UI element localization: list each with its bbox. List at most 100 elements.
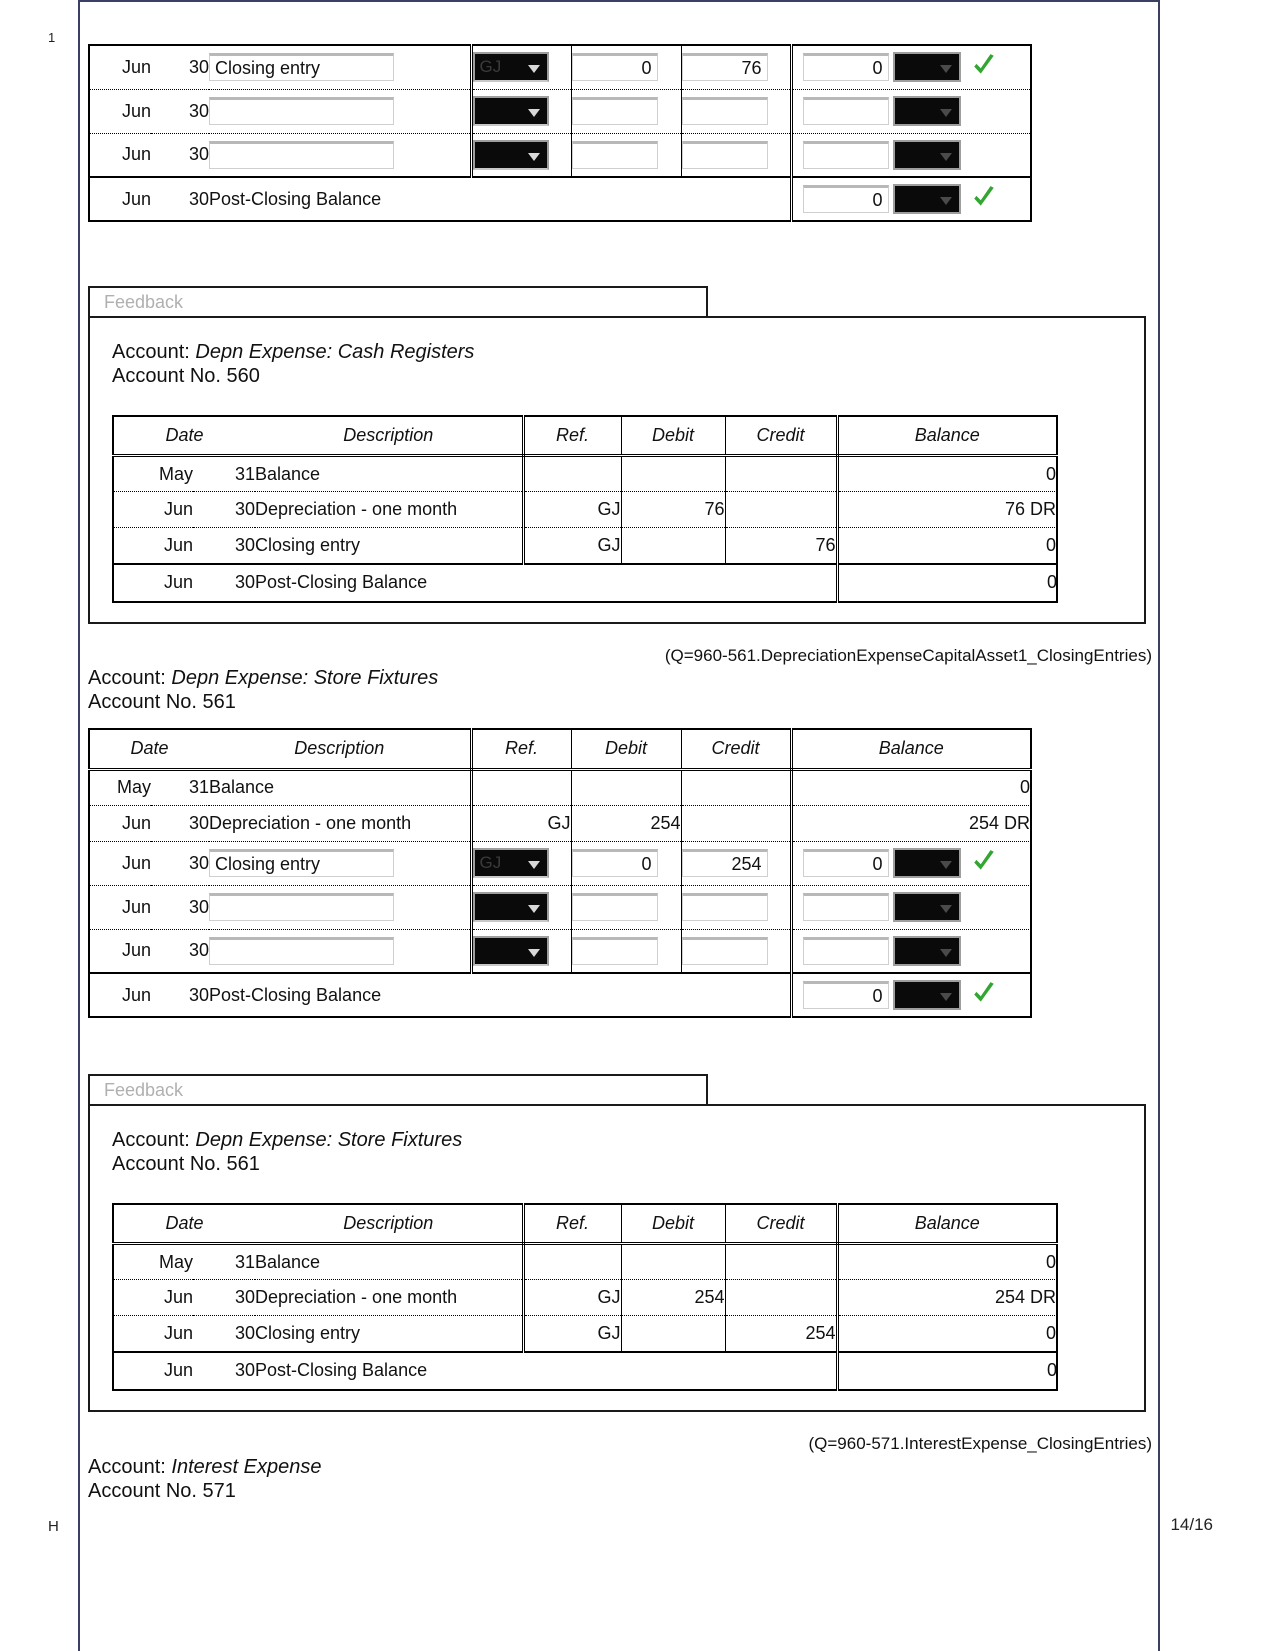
cell-credit xyxy=(681,885,793,930)
credit-input[interactable] xyxy=(681,97,768,125)
feedback-account-name-561: Account: Depn Expense: Store Fixtures xyxy=(112,1128,1144,1152)
correct-check-icon xyxy=(971,52,997,83)
cell-day: 30 xyxy=(151,841,209,886)
cell-credit xyxy=(681,929,793,973)
cell-credit: 254 xyxy=(725,1315,839,1352)
debit-input[interactable] xyxy=(571,140,658,169)
cell-day: 30 xyxy=(193,1279,255,1317)
balance-input[interactable] xyxy=(802,849,889,877)
cell-description xyxy=(209,89,473,134)
balance-type-dropdown[interactable] xyxy=(892,935,961,966)
cell-month: Jun xyxy=(121,144,151,165)
ref-dropdown[interactable] xyxy=(472,139,549,170)
cell-month: Jun xyxy=(89,89,151,134)
ref-dropdown[interactable] xyxy=(472,935,549,966)
cell-month: May xyxy=(113,455,193,493)
description-input[interactable] xyxy=(209,140,394,169)
balance-input[interactable] xyxy=(802,140,889,169)
account-header-561: Account: Depn Expense: Store Fixtures Ac… xyxy=(88,666,438,715)
credit-input[interactable] xyxy=(681,53,768,82)
table-row: Jun 30 Closing entry GJ 254 0 xyxy=(113,1315,1057,1352)
description-input[interactable] xyxy=(209,849,394,877)
cell-description: Balance xyxy=(255,1243,525,1281)
cell-balance xyxy=(791,89,1031,134)
cell-debit: 254 xyxy=(571,805,682,842)
cell-day: 30 xyxy=(151,972,209,1017)
balance-type-dropdown[interactable] xyxy=(892,848,961,878)
cell-day: 30 xyxy=(151,176,209,221)
cell-month: Jun xyxy=(163,535,193,556)
post-closing-label: Post-Closing Balance xyxy=(209,176,793,221)
credit-input[interactable] xyxy=(681,893,768,921)
ref-dropdown[interactable]: GJ xyxy=(472,52,549,83)
cell-debit: 254 xyxy=(621,1279,726,1317)
debit-input[interactable] xyxy=(571,53,658,82)
balance-type-dropdown[interactable] xyxy=(892,980,961,1010)
cell-month: Jun xyxy=(113,1350,193,1390)
post-closing-balance-input[interactable] xyxy=(802,981,889,1009)
cell-day: 30 xyxy=(188,940,209,961)
credit-input[interactable] xyxy=(681,140,768,169)
col-header-balance: Balance xyxy=(791,729,1031,771)
description-input[interactable] xyxy=(209,893,394,921)
cell-day: 31 xyxy=(193,455,255,493)
col-header-ref: Ref. xyxy=(523,415,622,458)
feedback-tab-561[interactable]: Feedback xyxy=(88,1074,708,1106)
correct-check-icon xyxy=(971,184,997,215)
feedback-tab-560[interactable]: Feedback xyxy=(88,286,708,318)
balance-input[interactable] xyxy=(802,97,889,125)
description-input[interactable] xyxy=(209,53,394,82)
ledger-table-561: Date Description Ref. Debit Credit Balance Ma… xyxy=(88,728,1032,1018)
feedback-body-560: Account: Depn Expense: Cash Registers Ac… xyxy=(88,316,1146,624)
account-name-value: Depn Expense: Store Fixtures xyxy=(195,1129,463,1151)
page-border-left xyxy=(78,0,80,1651)
credit-input[interactable] xyxy=(681,849,768,877)
debit-input[interactable] xyxy=(571,936,658,965)
cell-description xyxy=(209,885,473,930)
balance-type-dropdown[interactable] xyxy=(892,184,961,214)
debit-input[interactable] xyxy=(571,97,658,125)
cell-credit xyxy=(681,769,793,806)
cell-month: Jun xyxy=(89,972,151,1017)
account-no-label: Account No. xyxy=(88,1480,197,1503)
account-no-value: 561 xyxy=(202,691,236,714)
ref-dropdown[interactable]: GJ xyxy=(472,848,549,878)
feedback-account-no-560: Account No. 560 xyxy=(112,364,1144,388)
cell-ref: GJ xyxy=(523,1279,622,1317)
cell-balance: 0 xyxy=(1045,1323,1056,1344)
ref-dropdown[interactable] xyxy=(472,96,549,126)
post-closing-label: Post-Closing Balance xyxy=(209,972,793,1017)
cell-balance xyxy=(791,972,1031,1017)
post-closing-row: Jun 30 Post-Closing Balance xyxy=(89,176,1031,221)
cell-balance: 76 DR xyxy=(837,491,1057,529)
account-no-label: Account No. xyxy=(112,365,221,388)
balance-type-dropdown[interactable] xyxy=(892,139,961,170)
balance-input[interactable] xyxy=(802,893,889,921)
table-row: Jun 30 xyxy=(89,885,1031,930)
balance-type-dropdown[interactable] xyxy=(892,892,961,922)
margin-number-top: 1 xyxy=(48,30,56,45)
balance-input[interactable] xyxy=(802,936,889,965)
table-row: Jun 30 xyxy=(89,929,1031,973)
table-row: May 31 Balance 0 xyxy=(89,769,1031,806)
credit-input[interactable] xyxy=(681,936,768,965)
table-row: May 31 Balance 0 xyxy=(113,1243,1057,1281)
cell-balance xyxy=(791,841,1031,886)
ref-dropdown[interactable] xyxy=(472,892,549,922)
post-closing-balance-input[interactable] xyxy=(802,185,889,213)
debit-input[interactable] xyxy=(571,849,658,877)
balance-type-dropdown[interactable] xyxy=(892,52,961,83)
chevron-down-icon xyxy=(527,152,540,161)
description-input[interactable] xyxy=(209,97,394,125)
debit-input[interactable] xyxy=(571,893,658,921)
description-input[interactable] xyxy=(209,936,394,965)
balance-type-dropdown[interactable] xyxy=(892,96,961,126)
ledger-table-feedback-561: Date Description Ref. Debit Credit Balance Ma… xyxy=(112,1202,1058,1391)
chevron-down-icon xyxy=(939,152,952,161)
table-row: Jun 30 Depreciation - one month GJ 254 254 DR xyxy=(113,1279,1057,1317)
cell-credit xyxy=(725,1279,839,1317)
balance-input[interactable] xyxy=(802,53,889,82)
post-closing-label: Post-Closing Balance xyxy=(255,1350,839,1390)
cell-month: May xyxy=(113,1243,193,1281)
account-label: Account: xyxy=(88,667,166,689)
